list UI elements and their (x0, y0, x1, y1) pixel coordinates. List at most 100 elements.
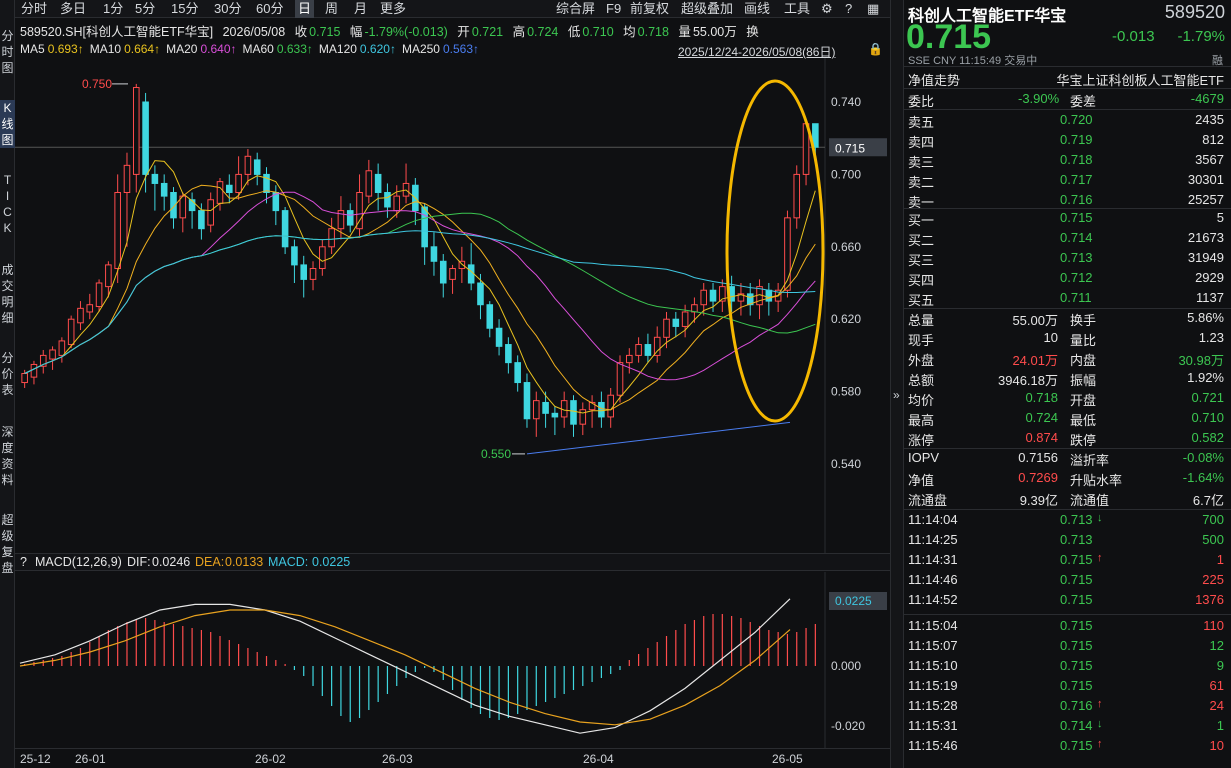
asks-row[interactable]: 卖一 0.716 25257 (908, 190, 1226, 210)
tick-price: 0.715 (1060, 618, 1093, 633)
toolbar-right-2[interactable]: 前复权 (630, 0, 669, 18)
ma-value-3: 0.633↑ (276, 42, 313, 56)
left-tab-2[interactable]: TICK (0, 172, 15, 236)
candle-body (226, 184, 233, 194)
asks-row[interactable]: 卖二 0.717 30301 (908, 170, 1226, 190)
period-2[interactable]: 1分 (103, 0, 123, 18)
period-4[interactable]: 15分 (171, 0, 198, 18)
tick-volume: 24 (1209, 698, 1224, 713)
candle-body (570, 400, 577, 425)
left-tab-1[interactable]: K线图 (0, 100, 15, 148)
help-icon[interactable]: ? (20, 555, 27, 569)
asks-volume: 3567 (1195, 152, 1224, 167)
candle-body (765, 289, 773, 302)
iopv-value: -0.08% (1182, 450, 1224, 465)
left-tab-char: 明 (1, 295, 14, 309)
asks-volume: 30301 (1187, 172, 1224, 187)
toolbar-right-4[interactable]: 画线 (744, 0, 770, 18)
period-5[interactable]: 30分 (214, 0, 241, 18)
tick-row[interactable]: 11:15:07 0.715 12 (908, 636, 1226, 656)
asks-price: 0.717 (1060, 172, 1093, 187)
left-tab-0[interactable]: 分时图 (0, 28, 15, 76)
candle-body (309, 268, 317, 280)
ma-name-5: MA250 (401, 42, 440, 56)
chevron-right-icon[interactable]: » (893, 388, 900, 402)
bids-price: 0.715 (1060, 210, 1093, 225)
left-tab-3[interactable]: 成交明细 (0, 262, 15, 326)
tick-row[interactable]: 11:14:31 0.715 ↑ 1 (908, 550, 1226, 570)
period-3[interactable]: 5分 (135, 0, 155, 18)
candle-body (328, 228, 335, 248)
chart-icon[interactable]: ▦ (867, 0, 879, 18)
toolbar-right-0[interactable]: 综合屏 (556, 0, 595, 18)
settings-icon[interactable]: ⚙ (821, 0, 833, 18)
period-6[interactable]: 60分 (256, 0, 283, 18)
tick-price: 0.715 (1060, 658, 1093, 673)
arrow-up-icon: ↑ (1097, 552, 1103, 564)
period-0[interactable]: 分时 (21, 0, 47, 18)
date-tick: 26-04 (583, 752, 614, 766)
candle-body (635, 344, 642, 356)
bids-row[interactable]: 买四 0.712 2929 (908, 268, 1226, 288)
left-tab-6[interactable]: 超级复盘 (0, 512, 15, 576)
candle-body (291, 246, 298, 266)
toolbar-right-1[interactable]: F9 (606, 0, 621, 18)
panel-collapse[interactable]: » (890, 0, 903, 768)
tick-row[interactable]: 11:15:28 0.716 ↑ 24 (908, 696, 1226, 716)
macd-value: 0.0225 (312, 555, 351, 569)
left-tab-char: 时 (1, 45, 14, 59)
tick-divider (904, 614, 1231, 615)
candle-body (486, 304, 494, 329)
toolbar-right-5[interactable]: 工具 (784, 0, 810, 18)
asks-row[interactable]: 卖五 0.720 2435 (908, 110, 1226, 130)
tick-row[interactable]: 11:15:46 0.715 ↑ 10 (908, 736, 1226, 756)
bids-row[interactable]: 买三 0.713 31949 (908, 248, 1226, 268)
candle-body (253, 159, 261, 175)
asks-row[interactable]: 卖四 0.719 812 (908, 130, 1226, 150)
tick-row[interactable]: 11:14:25 0.713 500 (908, 530, 1226, 550)
tick-row[interactable]: 11:15:10 0.715 9 (908, 656, 1226, 676)
bids-volume: 21673 (1187, 230, 1224, 245)
iopv-label: 流通盘 (908, 493, 948, 508)
bids-row[interactable]: 买五 0.711 1137 (908, 288, 1226, 308)
tick-row[interactable]: 11:15:19 0.715 61 (908, 676, 1226, 696)
candle-body (365, 170, 373, 197)
dif-label: DIF: (127, 555, 151, 569)
tick-row[interactable]: 11:14:46 0.715 225 (908, 570, 1226, 590)
bids-row[interactable]: 买二 0.714 21673 (908, 228, 1226, 248)
period-9[interactable]: 月 (354, 0, 367, 18)
candle-body (495, 327, 503, 347)
candle-body (532, 400, 540, 420)
quote-date: 2026/05/08 (222, 25, 286, 39)
lock-icon[interactable]: 🔒 (868, 42, 883, 56)
tick-time: 11:15:19 (908, 678, 958, 693)
bids-row[interactable]: 买一 0.715 5 (908, 208, 1226, 228)
nav-trend-link[interactable]: 净值走势 (908, 70, 960, 89)
candle-body (449, 268, 456, 280)
period-7[interactable]: 日 (295, 0, 315, 18)
close-label: 收 (294, 25, 308, 39)
left-tab-4[interactable]: 分价表 (0, 350, 15, 398)
kline-chart[interactable]: 0.740 0.700 0.660 0.620 0.580 0.540 0.715 0.750… (15, 58, 890, 553)
toolbar-right-3[interactable]: 超级叠加 (681, 0, 733, 18)
left-tab-char: 图 (1, 133, 14, 147)
candle-body (616, 362, 624, 396)
tick-row[interactable]: 11:14:04 0.713 ↓ 700 (908, 510, 1226, 530)
nav-trend-row[interactable]: 净值走势 华宝上证科创板人工智能ETF (908, 68, 1226, 88)
asks-row[interactable]: 卖三 0.718 3567 (908, 150, 1226, 170)
tick-row[interactable]: 11:14:52 0.715 1376 (908, 590, 1226, 610)
asks-label: 卖四 (908, 135, 935, 150)
period-1[interactable]: 多日 (60, 0, 86, 18)
close-value: 0.715 (309, 25, 341, 39)
tick-row[interactable]: 11:15:31 0.714 ↓ 1 (908, 716, 1226, 736)
stats-row: 最高 0.724 最低 0.710 (908, 408, 1226, 428)
help-circle-icon[interactable]: ? (845, 0, 852, 18)
period-8[interactable]: 周 (325, 0, 338, 18)
ma-name-3: MA60 (242, 42, 274, 56)
left-tab-5[interactable]: 深度资料 (0, 424, 15, 488)
stats-value: 5.86% (1187, 310, 1224, 325)
macd-chart[interactable]: 0.000 -0.020 0.0225 (15, 572, 890, 748)
tick-row[interactable]: 11:15:04 0.715 110 (908, 616, 1226, 636)
period-10[interactable]: 更多 (380, 0, 406, 18)
security-code-header: 589520 (1164, 2, 1225, 22)
